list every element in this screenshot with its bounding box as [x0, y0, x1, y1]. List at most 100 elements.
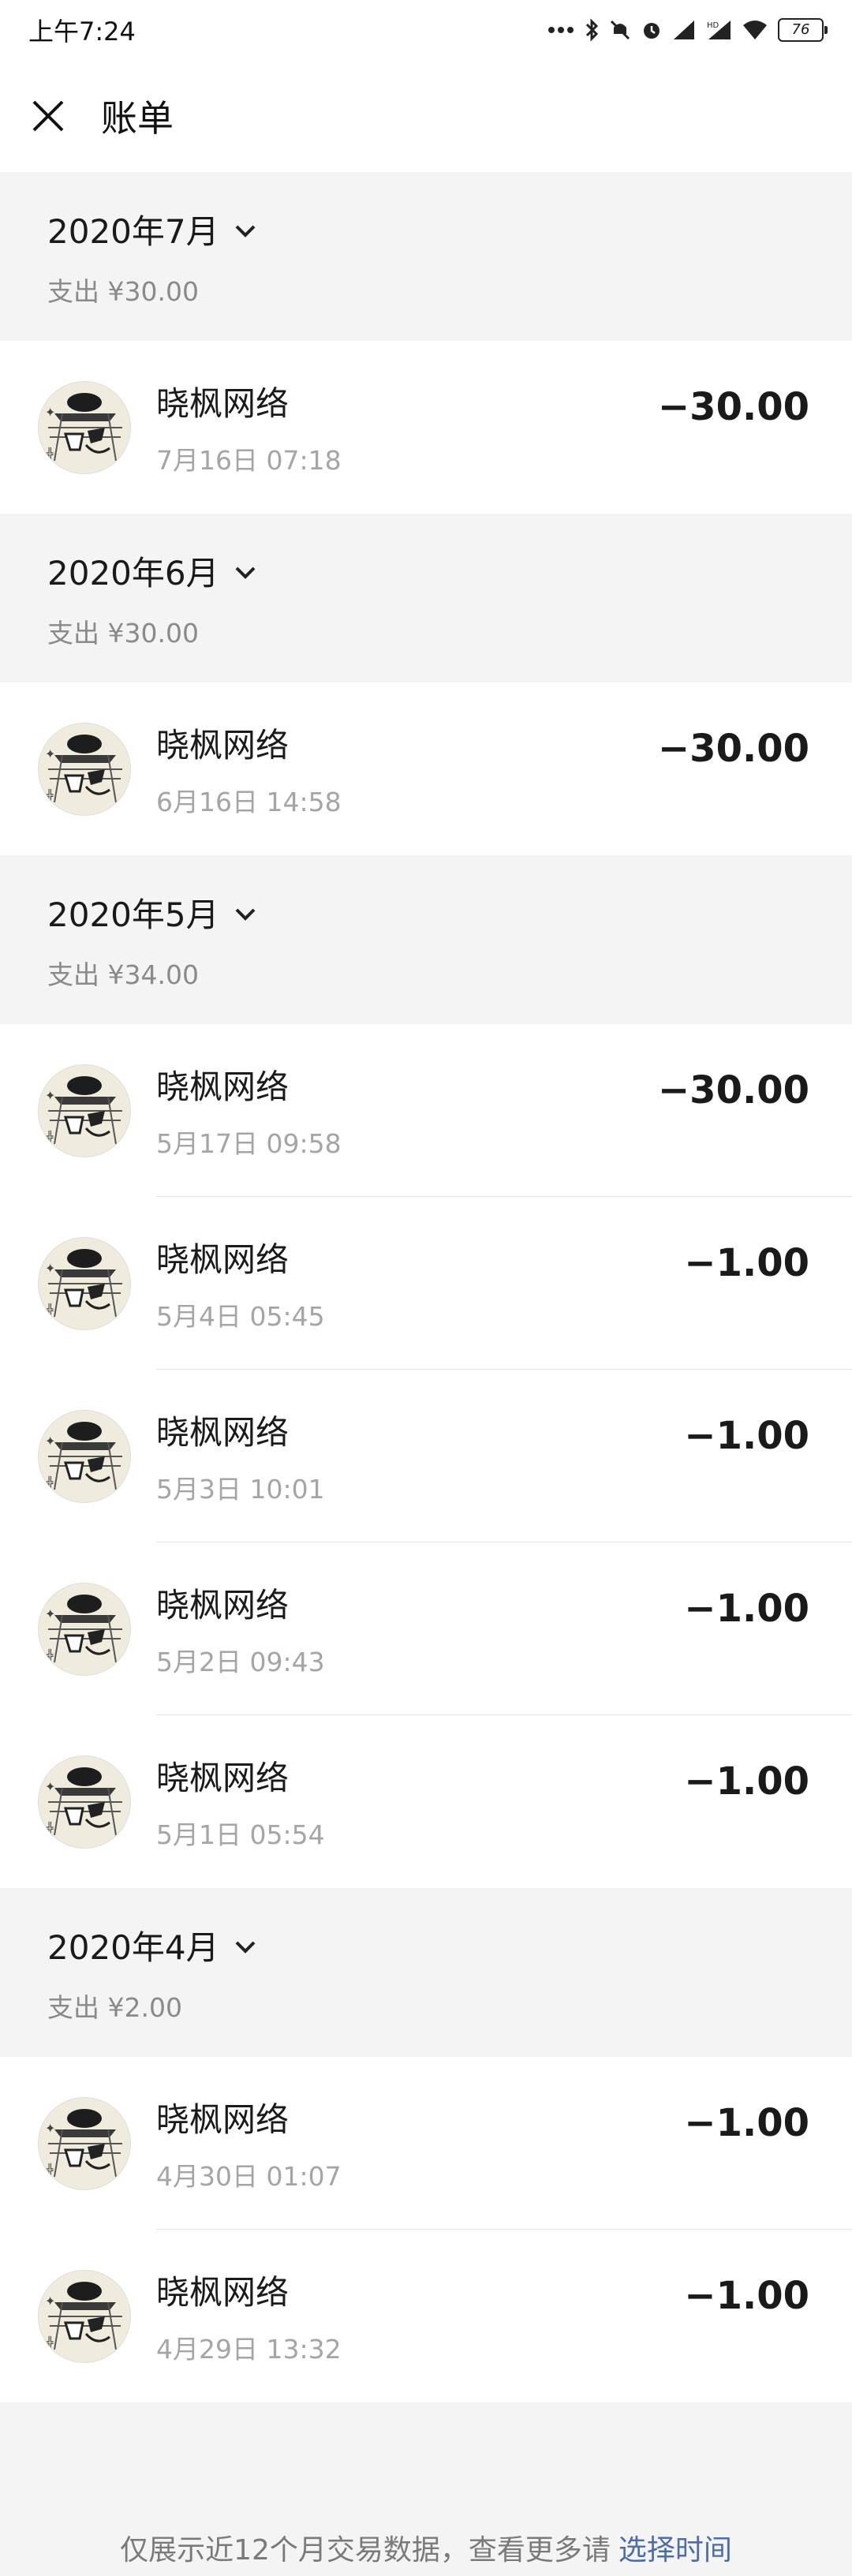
- month-header: 2020年5月支出 ¥34.00: [0, 855, 852, 1024]
- transaction-row[interactable]: ✦ ╬ 晓枫网络 5月1日 05:54 −1.00: [0, 1715, 852, 1888]
- merchant-avatar: ✦ ╬: [38, 1755, 131, 1849]
- transaction-info: 晓枫网络 4月29日 13:32: [156, 2266, 684, 2366]
- more-dots-icon: [548, 27, 574, 33]
- bill-list: 2020年7月支出 ¥30.00 ✦ ╬ 晓枫网络 7月16日 07:18 −30.…: [0, 172, 852, 2402]
- transaction-amount: −30.00: [657, 385, 809, 429]
- merchant-name: 晓枫网络: [156, 1240, 290, 1279]
- svg-text:✦: ✦: [45, 405, 55, 420]
- status-bar: 上午7:24 HD 76: [0, 0, 852, 60]
- month-summary: 支出 ¥30.00: [47, 617, 199, 649]
- month-label: 2020年5月: [47, 895, 219, 934]
- transaction-info: 晓枫网络 6月16日 14:58: [156, 719, 658, 819]
- alarm-icon: [644, 23, 660, 39]
- bluetooth-icon: [585, 18, 599, 42]
- transaction-time: 4月30日 01:07: [156, 2161, 342, 2192]
- transaction-amount: −1.00: [684, 1587, 809, 1631]
- month-header: 2020年6月支出 ¥30.00: [0, 514, 852, 682]
- transaction-time: 5月3日 10:01: [156, 1474, 325, 1505]
- chevron-down-icon: [235, 908, 256, 921]
- transaction-time: 5月2日 09:43: [156, 1647, 325, 1677]
- svg-text:✦: ✦: [45, 1261, 55, 1276]
- footer-note: 仅展示近12个月交易数据，查看更多请 选择时间: [0, 2402, 852, 2576]
- chevron-down-icon: [235, 225, 256, 237]
- signal-icon: [674, 21, 694, 39]
- month-selector[interactable]: 2020年6月: [47, 547, 805, 595]
- transaction-row[interactable]: ✦ ╬ 晓枫网络 4月30日 01:07 −1.00: [0, 2057, 852, 2230]
- transaction-time: 4月29日 13:32: [156, 2334, 342, 2365]
- mute-bell-icon: [610, 20, 630, 40]
- month-header: 2020年4月支出 ¥2.00: [0, 1888, 852, 2057]
- transaction-info: 晓枫网络 4月30日 01:07: [156, 2093, 684, 2193]
- transaction-amount: −30.00: [657, 727, 809, 771]
- month-selector[interactable]: 2020年4月: [47, 1921, 805, 1969]
- nav-bar: 账单: [0, 60, 852, 172]
- svg-text:╬: ╬: [47, 789, 54, 802]
- transaction-amount: −1.00: [684, 1241, 809, 1285]
- svg-text:╬: ╬: [47, 2163, 54, 2177]
- transaction-amount: −30.00: [657, 1068, 809, 1112]
- month-summary: 支出 ¥2.00: [47, 1991, 182, 2023]
- transaction-time: 7月16日 07:18: [156, 445, 342, 476]
- svg-text:╬: ╬: [47, 2336, 54, 2350]
- transaction-time: 5月17日 09:58: [156, 1128, 342, 1159]
- status-icons: HD 76: [547, 18, 828, 42]
- svg-text:╬: ╬: [47, 1303, 54, 1317]
- transaction-row[interactable]: ✦ ╬ 晓枫网络 5月17日 09:58 −30.00: [0, 1024, 852, 1197]
- transaction-info: 晓枫网络 7月16日 07:18: [156, 377, 658, 477]
- transaction-time: 6月16日 14:58: [156, 787, 342, 817]
- merchant-avatar: ✦ ╬: [38, 1409, 131, 1503]
- svg-text:╬: ╬: [47, 1131, 54, 1144]
- svg-text:✦: ✦: [45, 2294, 55, 2309]
- transaction-amount: −1.00: [684, 1414, 809, 1458]
- merchant-name: 晓枫网络: [156, 1413, 290, 1452]
- select-time-link[interactable]: 选择时间: [618, 2527, 732, 2568]
- transaction-amount: −1.00: [684, 1759, 809, 1804]
- transaction-row[interactable]: ✦ ╬ 晓枫网络 6月16日 14:58 −30.00: [0, 682, 852, 855]
- merchant-name: 晓枫网络: [156, 1586, 290, 1624]
- merchant-avatar: ✦ ╬: [38, 722, 131, 816]
- svg-text:✦: ✦: [45, 1434, 55, 1449]
- transaction-row[interactable]: ✦ ╬ 晓枫网络 7月16日 07:18 −30.00: [0, 341, 852, 514]
- month-label: 2020年4月: [47, 1927, 219, 1967]
- merchant-name: 晓枫网络: [156, 1759, 290, 1797]
- wifi-icon: [743, 21, 767, 39]
- transaction-row[interactable]: ✦ ╬ 晓枫网络 5月3日 10:01 −1.00: [0, 1370, 852, 1542]
- transaction-info: 晓枫网络 5月1日 05:54: [156, 1752, 684, 1852]
- battery-icon: 76: [778, 18, 828, 42]
- svg-text:HD: HD: [707, 21, 719, 30]
- svg-text:╬: ╬: [47, 447, 54, 461]
- month-summary: 支出 ¥30.00: [47, 275, 199, 307]
- transaction-row[interactable]: ✦ ╬ 晓枫网络 5月2日 09:43 −1.00: [0, 1542, 852, 1715]
- month-selector[interactable]: 2020年5月: [47, 888, 805, 937]
- month-header: 2020年7月支出 ¥30.00: [0, 172, 852, 341]
- transaction-info: 晓枫网络 5月4日 05:45: [156, 1233, 684, 1333]
- svg-text:╬: ╬: [47, 1649, 54, 1662]
- merchant-avatar: ✦ ╬: [38, 2096, 131, 2190]
- svg-text:✦: ✦: [45, 2121, 55, 2136]
- merchant-avatar: ✦ ╬: [38, 2269, 131, 2363]
- page-title: 账单: [101, 97, 174, 140]
- transaction-amount: −1.00: [684, 2274, 809, 2318]
- transaction-time: 5月4日 05:45: [156, 1301, 325, 1332]
- merchant-name: 晓枫网络: [156, 2100, 290, 2139]
- svg-text:╬: ╬: [47, 1822, 54, 1835]
- merchant-avatar: ✦ ╬: [38, 1582, 131, 1676]
- month-label: 2020年7月: [47, 211, 219, 251]
- transaction-row[interactable]: ✦ ╬ 晓枫网络 5月4日 05:45 −1.00: [0, 1197, 852, 1370]
- transaction-info: 晓枫网络 5月2日 09:43: [156, 1579, 684, 1679]
- merchant-name: 晓枫网络: [156, 384, 290, 423]
- status-time: 上午7:24: [28, 17, 136, 47]
- chevron-down-icon: [235, 566, 256, 579]
- month-summary: 支出 ¥34.00: [47, 959, 199, 990]
- svg-text:✦: ✦: [45, 1779, 55, 1794]
- transaction-time: 5月1日 05:54: [156, 1819, 325, 1850]
- svg-text:╬: ╬: [47, 1476, 54, 1490]
- close-button[interactable]: [28, 96, 68, 136]
- transaction-row[interactable]: ✦ ╬ 晓枫网络 4月29日 13:32 −1.00: [0, 2230, 852, 2402]
- signal-hd-icon: HD: [707, 21, 731, 39]
- svg-text:✦: ✦: [45, 1088, 55, 1103]
- close-icon: [32, 100, 64, 132]
- merchant-name: 晓枫网络: [156, 2273, 290, 2312]
- month-selector[interactable]: 2020年7月: [47, 205, 805, 253]
- svg-text:✦: ✦: [45, 746, 55, 761]
